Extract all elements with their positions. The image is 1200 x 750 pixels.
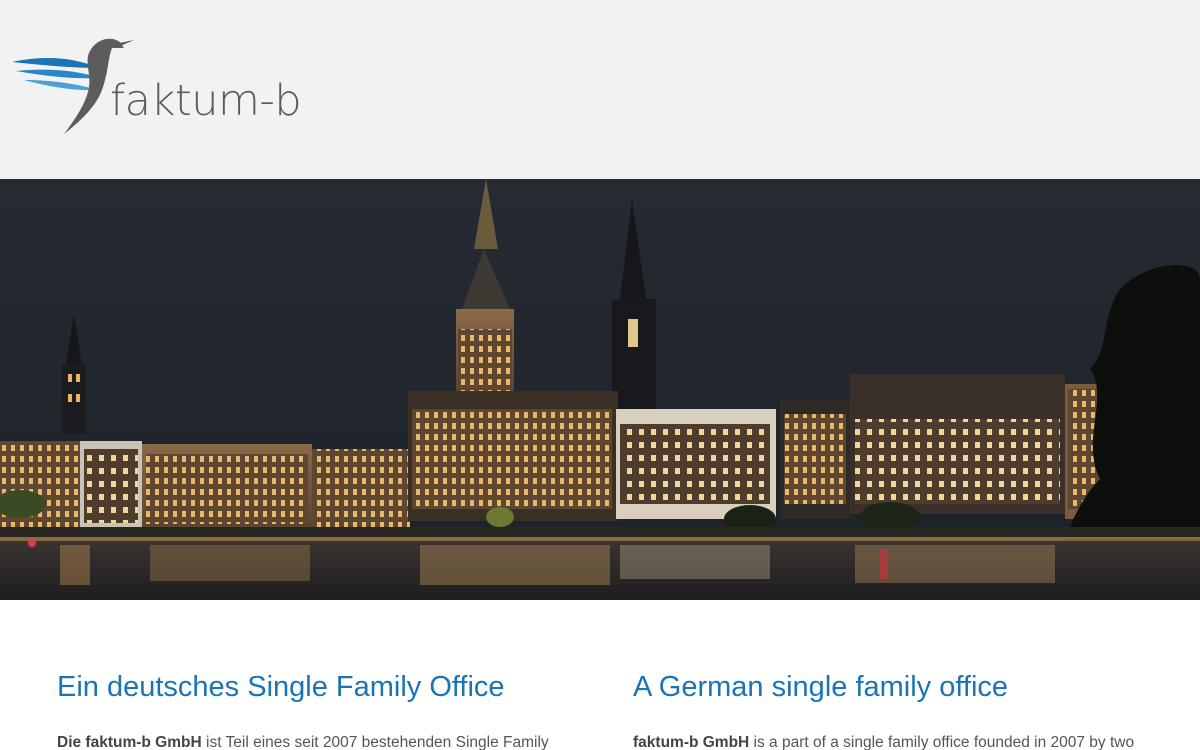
company-name: Die faktum-b GmbH (57, 734, 202, 750)
intro-text-german: Die faktum-b GmbH ist Teil eines seit 20… (57, 732, 549, 750)
heading-english: A German single family office (633, 671, 1009, 703)
site-header: faktum-b (0, 0, 1200, 179)
company-name: faktum-b GmbH (633, 734, 750, 750)
intro-text-english: faktum-b GmbH is a part of a single fami… (633, 732, 1134, 750)
intro-text-body: ist Teil eines seit 2007 bestehenden Sin… (201, 734, 549, 750)
logo-wordmark: faktum-b (110, 76, 302, 126)
heading-german: Ein deutsches Single Family Office (57, 671, 505, 703)
intro-text-body: is a part of a single family office foun… (749, 734, 1135, 750)
intro-section: Ein deutsches Single Family Office Die f… (0, 600, 1200, 750)
hero-image (0, 179, 1200, 600)
